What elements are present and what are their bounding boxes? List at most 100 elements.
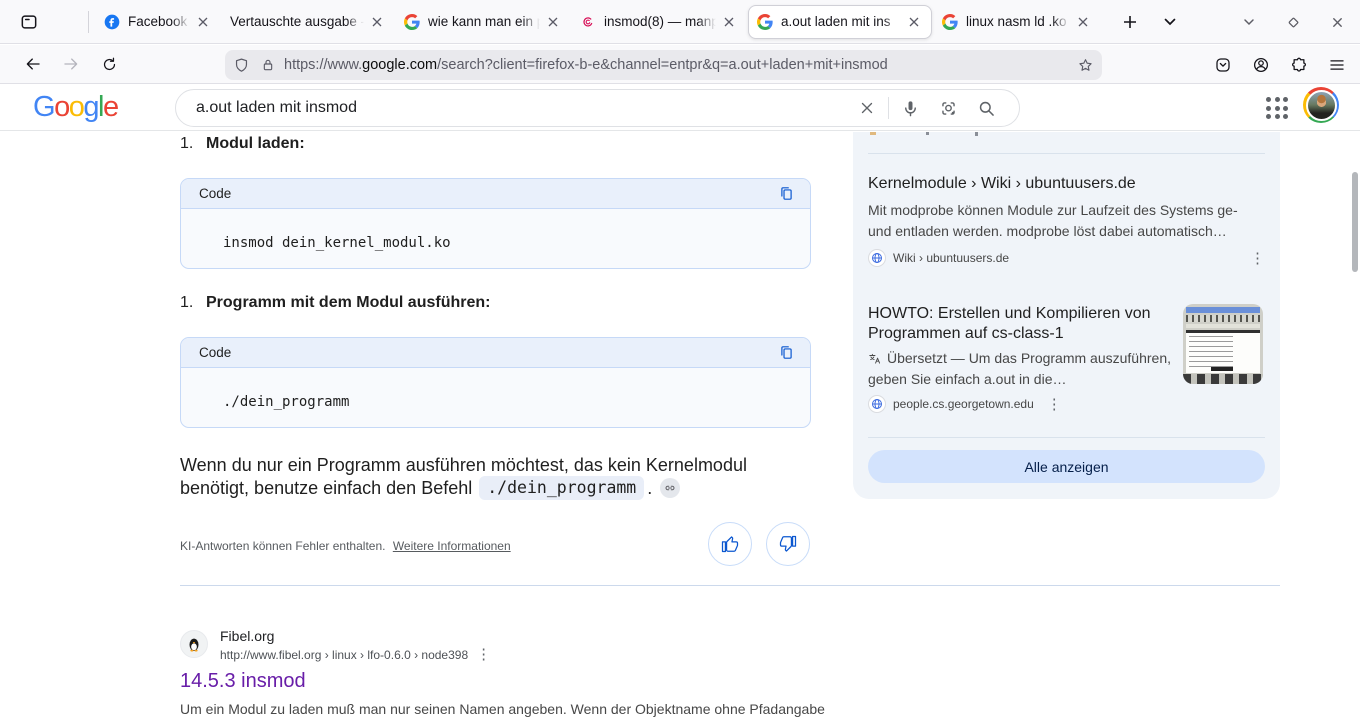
page-scrollbar[interactable]	[1352, 172, 1358, 272]
reload-icon	[101, 56, 118, 73]
disclaimer-text: KI-Antworten können Fehler enthalten.	[180, 539, 385, 553]
lens-search-button[interactable]	[929, 89, 967, 127]
clipped-result-fragment	[975, 132, 978, 136]
tab-title: a.out laden mit ins	[781, 14, 901, 29]
ai-step-1: 1. Modul laden:	[180, 135, 305, 153]
bookmark-star-icon[interactable]	[1077, 57, 1094, 74]
google-logo[interactable]: Google	[33, 91, 118, 124]
tab-close-icon[interactable]	[194, 13, 212, 31]
close-window-button[interactable]	[1322, 7, 1352, 37]
tab-close-icon[interactable]	[905, 13, 923, 31]
sidebar-source-row: Wiki › ubuntuusers.de ⋮	[868, 249, 1265, 267]
thumbs-up-button[interactable]	[708, 522, 752, 566]
maximize-icon	[1287, 16, 1300, 29]
result-thumbnail[interactable]	[1183, 304, 1263, 384]
show-all-button[interactable]: Alle anzeigen	[868, 450, 1265, 483]
google-apps-button[interactable]	[1263, 94, 1291, 122]
clipped-result-fragment	[870, 132, 876, 135]
url-text[interactable]: https://www.google.com/search?client=fir…	[284, 57, 1077, 73]
pocket-icon	[1214, 56, 1232, 74]
chevron-down-icon	[1163, 15, 1177, 29]
tab-close-icon[interactable]	[544, 13, 562, 31]
reload-button[interactable]	[94, 49, 124, 79]
menu-button[interactable]	[1322, 50, 1352, 80]
copy-icon	[778, 344, 795, 361]
account-avatar[interactable]	[1303, 87, 1339, 123]
result-options-icon[interactable]: ⋮	[1047, 397, 1062, 412]
url-bar[interactable]: https://www.google.com/search?client=fir…	[225, 50, 1102, 80]
back-icon	[24, 55, 42, 73]
facebook-icon	[104, 14, 120, 30]
extensions-button[interactable]	[1284, 50, 1314, 80]
toolbar-right-icons	[1208, 50, 1352, 80]
shield-icon[interactable]	[233, 57, 250, 74]
tab-aout-laden-active[interactable]: a.out laden mit ins	[748, 5, 932, 39]
list-all-tabs-button[interactable]	[1155, 7, 1185, 37]
back-button[interactable]	[18, 49, 48, 79]
sidebar-result-title[interactable]: HOWTO: Erstellen und Kompilieren von Pro…	[868, 304, 1178, 344]
code-text: insmod dein_kernel_modul.ko	[181, 209, 810, 251]
tab-wie-kann-man[interactable]: wie kann man ein p	[396, 5, 570, 39]
pocket-button[interactable]	[1208, 50, 1238, 80]
result-site-name[interactable]: Fibel.org	[220, 628, 274, 644]
search-submit-button[interactable]	[967, 89, 1005, 127]
thumbs-down-icon	[778, 534, 798, 554]
tux-penguin-icon	[185, 635, 203, 653]
forward-button[interactable]	[56, 49, 86, 79]
copy-code-button[interactable]	[774, 182, 798, 206]
puzzle-icon	[1290, 56, 1308, 74]
sidebar-divider	[868, 437, 1265, 438]
thumbnail-toolbar	[1186, 315, 1260, 322]
tab-facebook[interactable]: Facebook	[96, 5, 220, 39]
account-button[interactable]	[1246, 50, 1276, 80]
globe-icon	[871, 252, 883, 264]
firefox-view-button[interactable]	[12, 7, 46, 37]
tab-vertauschte-ausgabe[interactable]: Vertauschte ausgabe -	[222, 5, 394, 39]
minimize-button[interactable]	[1234, 7, 1264, 37]
result-title-link[interactable]: 14.5.3 insmod	[180, 670, 306, 693]
list-number: 1.	[180, 135, 206, 153]
globe-favicon	[868, 395, 886, 413]
snippet-line: geben Sie einfach a.out in die…	[868, 369, 1188, 390]
tab-linux-nasm[interactable]: linux nasm ld .ko u	[934, 5, 1100, 39]
breadcrumb-text: http://www.fibel.org › linux › lfo-0.6.0…	[220, 648, 468, 662]
tab-close-icon[interactable]	[720, 13, 738, 31]
clear-search-button[interactable]	[848, 89, 886, 127]
thumbnail-titlebar	[1186, 307, 1260, 313]
globe-favicon	[868, 249, 886, 267]
new-tab-button[interactable]	[1115, 7, 1145, 37]
code-block-header: Code	[181, 338, 810, 368]
copy-code-button[interactable]	[774, 341, 798, 365]
tab-close-icon[interactable]	[368, 13, 386, 31]
result-options-icon[interactable]: ⋮	[1250, 251, 1265, 266]
lock-icon[interactable]	[260, 57, 276, 73]
section-divider	[180, 585, 1280, 586]
thumbs-up-icon	[720, 534, 740, 554]
search-results-page: 1. Modul laden: Code insmod dein_kernel_…	[0, 132, 1360, 724]
logo-letter: e	[103, 91, 118, 123]
tab-insmod-manpage[interactable]: insmod(8) — manp	[572, 5, 746, 39]
google-icon	[404, 14, 420, 30]
sidebar-divider	[868, 153, 1265, 154]
list-number: 1.	[180, 294, 206, 312]
sidebar-result-snippet: Mit modprobe können Module zur Laufzeit …	[868, 200, 1238, 242]
logo-letter: G	[33, 91, 54, 123]
result-favicon	[180, 630, 208, 658]
sidebar-result-title[interactable]: Kernelmodule › Wiki › ubuntuusers.de	[868, 174, 1136, 194]
avatar-photo	[1306, 90, 1337, 121]
search-query-text[interactable]: a.out laden mit insmod	[196, 99, 848, 117]
logo-letter: o	[69, 91, 84, 123]
maximize-button[interactable]	[1278, 7, 1308, 37]
google-icon	[757, 14, 773, 30]
voice-search-button[interactable]	[891, 89, 929, 127]
tab-close-icon[interactable]	[1074, 13, 1092, 31]
result-options-icon[interactable]: ⋮	[476, 647, 491, 662]
title-line: HOWTO: Erstellen und Kompilieren von	[868, 304, 1178, 324]
thumbs-down-button[interactable]	[766, 522, 810, 566]
search-input[interactable]: a.out laden mit insmod	[175, 89, 1020, 127]
citation-link-button[interactable]	[660, 478, 680, 498]
ai-disclaimer: KI-Antworten können Fehler enthalten. We…	[180, 539, 511, 553]
account-icon	[1252, 56, 1270, 74]
tab-title: wie kann man ein p	[428, 14, 540, 29]
more-info-link[interactable]: Weitere Informationen	[393, 539, 511, 553]
